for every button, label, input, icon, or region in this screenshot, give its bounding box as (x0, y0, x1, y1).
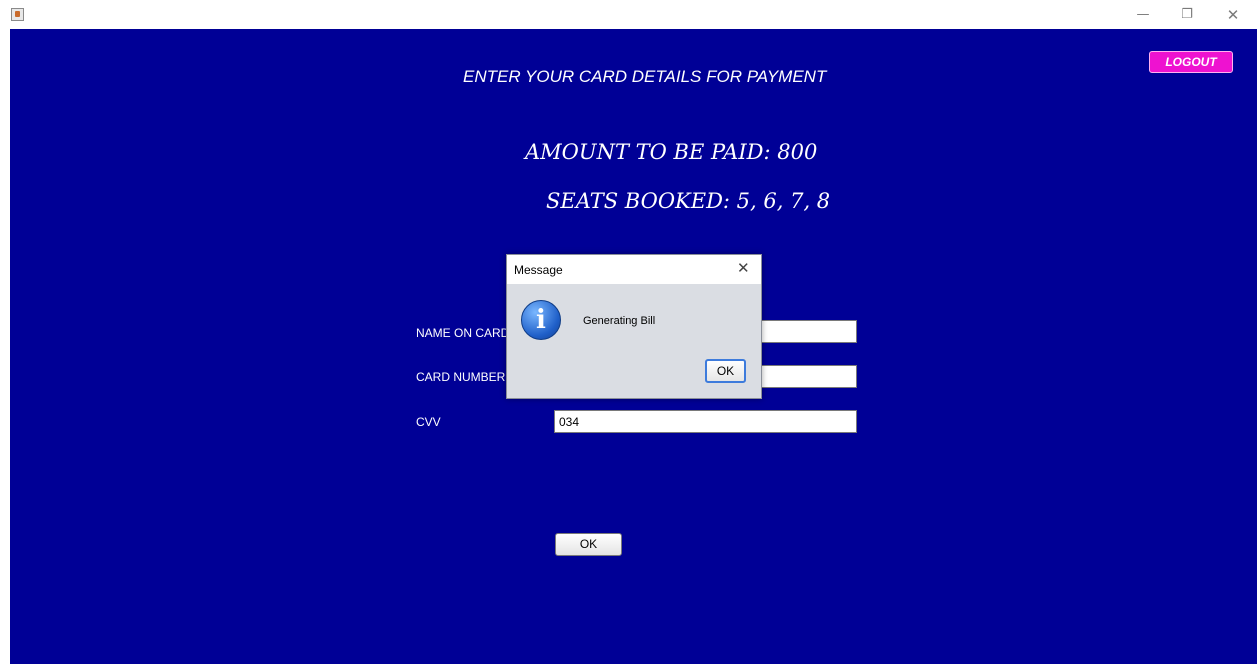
close-icon[interactable]: ✕ (1225, 7, 1241, 23)
ok-button[interactable]: OK (555, 533, 622, 556)
dialog-titlebar: Message ✕ (507, 255, 761, 284)
window-titlebar: — ❐ ✕ (0, 0, 1257, 29)
logout-button[interactable]: LOGOUT (1149, 51, 1233, 73)
message-dialog: Message ✕ i Generating Bill OK (506, 254, 762, 399)
name-on-card-label: NAME ON CARD (416, 326, 510, 340)
dialog-close-icon[interactable]: ✕ (737, 259, 750, 277)
info-icon: i (521, 300, 561, 340)
page-heading: ENTER YOUR CARD DETAILS FOR PAYMENT (463, 67, 827, 86)
restore-icon[interactable]: ❐ (1179, 7, 1195, 23)
dialog-title: Message (514, 263, 563, 277)
amount-text: AMOUNT TO BE PAID: 800 (525, 140, 818, 164)
seats-text: SEATS BOOKED: 5, 6, 7, 8 (546, 189, 831, 213)
cvv-label: CVV (416, 415, 441, 429)
cvv-input[interactable]: 034 (554, 410, 857, 433)
card-number-label: CARD NUMBER (416, 370, 506, 384)
dialog-ok-button[interactable]: OK (705, 359, 746, 383)
java-cup-icon (11, 8, 24, 21)
minimize-icon[interactable]: — (1135, 7, 1151, 23)
dialog-message: Generating Bill (583, 315, 656, 327)
